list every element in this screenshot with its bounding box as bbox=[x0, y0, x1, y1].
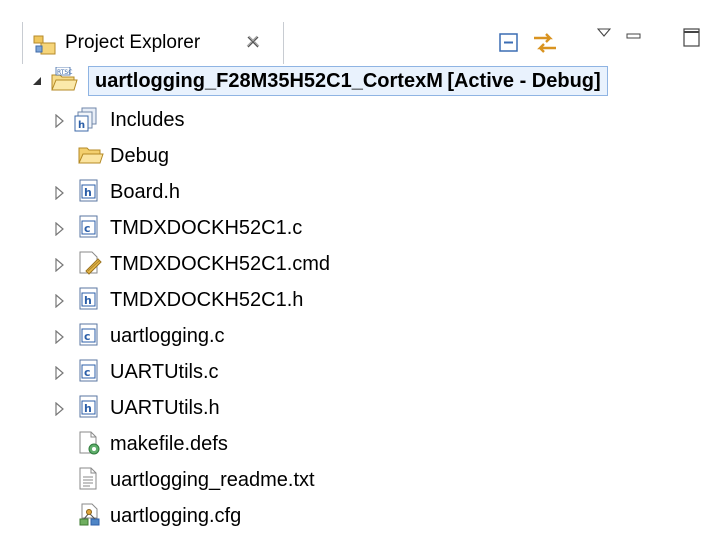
collapsed-twisty-icon[interactable] bbox=[53, 257, 67, 273]
tree-row-uartlogging-c[interactable]: c uartlogging.c bbox=[0, 320, 722, 354]
c-file-icon: c bbox=[78, 323, 102, 347]
minimize-icon[interactable] bbox=[626, 28, 642, 46]
tree-row-project[interactable]: RTSC uartlogging_F28M35H52C1_CortexM [Ac… bbox=[0, 64, 722, 98]
project-label-box: uartlogging_F28M35H52C1_CortexM [Active … bbox=[88, 66, 608, 96]
svg-text:h: h bbox=[84, 294, 92, 307]
close-tab-icon[interactable] bbox=[245, 34, 261, 50]
cfg-file-icon bbox=[78, 503, 102, 527]
svg-text:c: c bbox=[84, 366, 91, 379]
tree-row-readme-txt[interactable]: uartlogging_readme.txt bbox=[0, 464, 722, 498]
collapsed-twisty-icon[interactable] bbox=[53, 185, 67, 201]
svg-text:h: h bbox=[78, 120, 85, 131]
project-name: uartlogging_F28M35H52C1_CortexM bbox=[95, 70, 443, 92]
view-header: Project Explorer bbox=[0, 22, 722, 65]
tree-row-uartlogging-cfg[interactable]: uartlogging.cfg bbox=[0, 500, 722, 534]
tree-row-uartutils-c[interactable]: c UARTUtils.c bbox=[0, 356, 722, 390]
expanded-twisty-icon[interactable] bbox=[30, 74, 44, 88]
svg-text:h: h bbox=[84, 402, 92, 415]
rtsc-project-icon: RTSC bbox=[50, 66, 78, 91]
tree-row-includes[interactable]: h Includes bbox=[0, 104, 722, 138]
tree-row-tmdx-cmd[interactable]: TMDXDOCKH52C1.cmd bbox=[0, 248, 722, 282]
tree-row-board-h[interactable]: h Board.h bbox=[0, 176, 722, 210]
h-file-icon: h bbox=[78, 179, 102, 203]
h-file-icon: h bbox=[78, 287, 102, 311]
text-file-icon bbox=[78, 467, 102, 491]
view-menu-icon[interactable] bbox=[596, 26, 612, 44]
svg-text:c: c bbox=[84, 222, 91, 235]
window-top-strip bbox=[0, 0, 722, 22]
tree-item-label: Includes bbox=[110, 109, 185, 131]
tree-item-label: UARTUtils.h bbox=[110, 397, 220, 419]
folder-icon bbox=[78, 144, 104, 168]
collapsed-twisty-icon[interactable] bbox=[53, 293, 67, 309]
tree-item-label: UARTUtils.c bbox=[110, 361, 219, 383]
collapsed-twisty-icon[interactable] bbox=[53, 401, 67, 417]
tree-item-label: uartlogging.c bbox=[110, 325, 225, 347]
project-tree[interactable]: RTSC uartlogging_F28M35H52C1_CortexM [Ac… bbox=[0, 64, 722, 540]
tree-item-label: uartlogging_readme.txt bbox=[110, 469, 315, 491]
c-file-icon: c bbox=[78, 215, 102, 239]
collapsed-twisty-icon[interactable] bbox=[53, 221, 67, 237]
collapse-all-icon[interactable] bbox=[498, 32, 520, 59]
project-explorer-icon bbox=[33, 35, 57, 55]
tree-item-label: makefile.defs bbox=[110, 433, 228, 455]
c-file-icon: c bbox=[78, 359, 102, 383]
collapsed-twisty-icon[interactable] bbox=[53, 113, 67, 129]
svg-text:c: c bbox=[84, 330, 91, 343]
tree-row-makefile-defs[interactable]: makefile.defs bbox=[0, 428, 722, 462]
collapsed-twisty-icon[interactable] bbox=[53, 365, 67, 381]
view-title: Project Explorer bbox=[65, 32, 201, 53]
project-badge: RTSC bbox=[57, 69, 72, 76]
tree-row-tmdx-c[interactable]: c TMDXDOCKH52C1.c bbox=[0, 212, 722, 246]
tree-item-label: TMDXDOCKH52C1.c bbox=[110, 217, 303, 239]
cmd-file-icon bbox=[78, 251, 102, 275]
tree-row-debug[interactable]: Debug bbox=[0, 140, 722, 174]
makefile-icon bbox=[78, 431, 102, 455]
tree-row-tmdx-h[interactable]: h TMDXDOCKH52C1.h bbox=[0, 284, 722, 318]
h-file-icon: h bbox=[78, 395, 102, 419]
tree-item-label: Board.h bbox=[110, 181, 181, 203]
project-explorer-tab[interactable]: Project Explorer bbox=[22, 22, 284, 64]
link-with-editor-icon[interactable] bbox=[531, 30, 559, 61]
tree-item-label: Debug bbox=[110, 145, 169, 167]
tree-item-label: uartlogging.cfg bbox=[110, 505, 242, 527]
svg-text:h: h bbox=[84, 186, 92, 199]
tree-item-label: TMDXDOCKH52C1.h bbox=[110, 289, 304, 311]
tree-row-uartutils-h[interactable]: h UARTUtils.h bbox=[0, 392, 722, 426]
maximize-icon[interactable] bbox=[683, 28, 701, 53]
collapsed-twisty-icon[interactable] bbox=[53, 329, 67, 345]
tree-item-label: TMDXDOCKH52C1.cmd bbox=[110, 253, 331, 275]
includes-icon: h bbox=[74, 107, 98, 132]
project-status: [Active - Debug] bbox=[447, 70, 601, 92]
